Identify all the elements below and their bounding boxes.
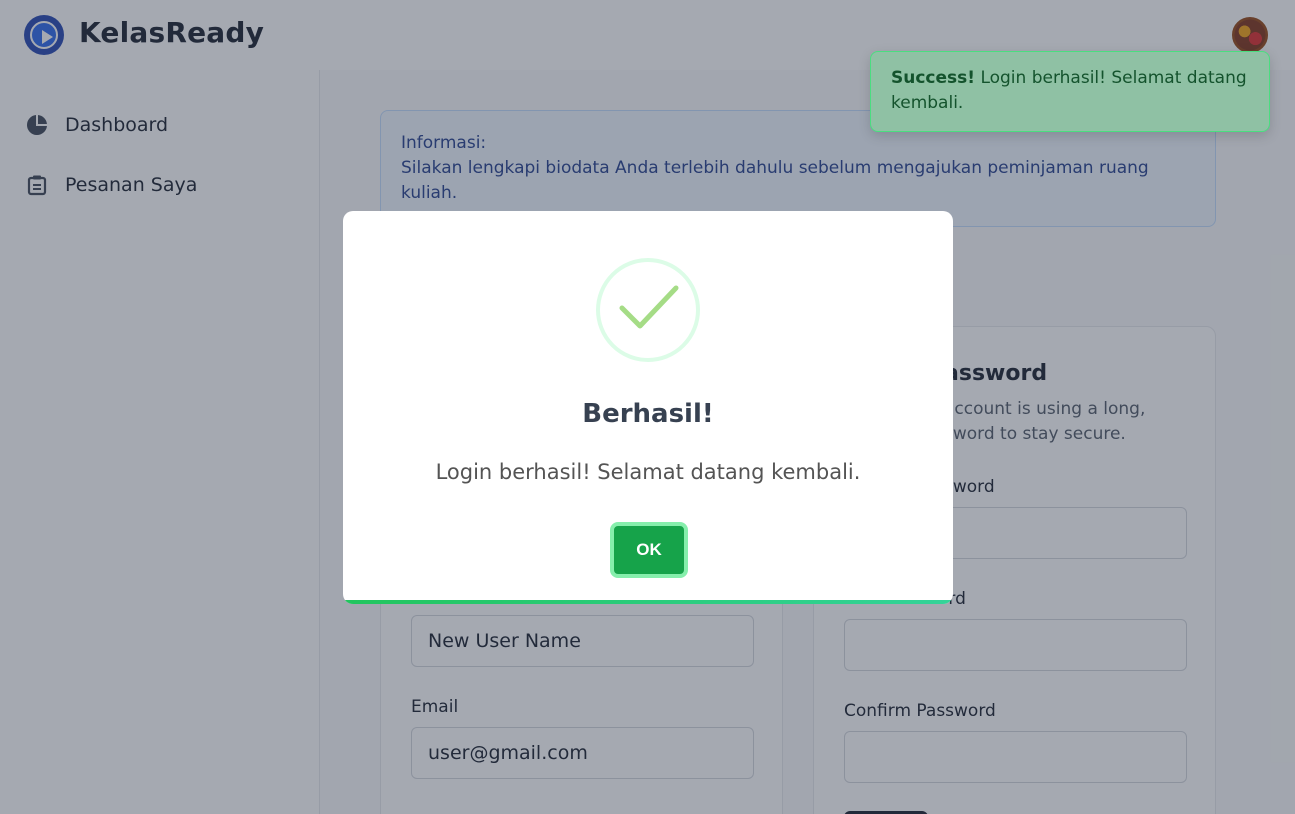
- toast-strong: Success!: [891, 68, 976, 88]
- checkmark-icon: [619, 285, 679, 329]
- timer-progress-bar: [343, 600, 953, 604]
- ok-button[interactable]: OK: [610, 522, 688, 578]
- success-check-icon: [596, 258, 700, 362]
- success-toast: Success! Login berhasil! Selamat datang …: [870, 51, 1270, 132]
- modal-message: Login berhasil! Selamat datang kembali.: [435, 460, 861, 484]
- success-modal: Berhasil! Login berhasil! Selamat datang…: [343, 211, 953, 604]
- modal-title: Berhasil!: [582, 399, 714, 429]
